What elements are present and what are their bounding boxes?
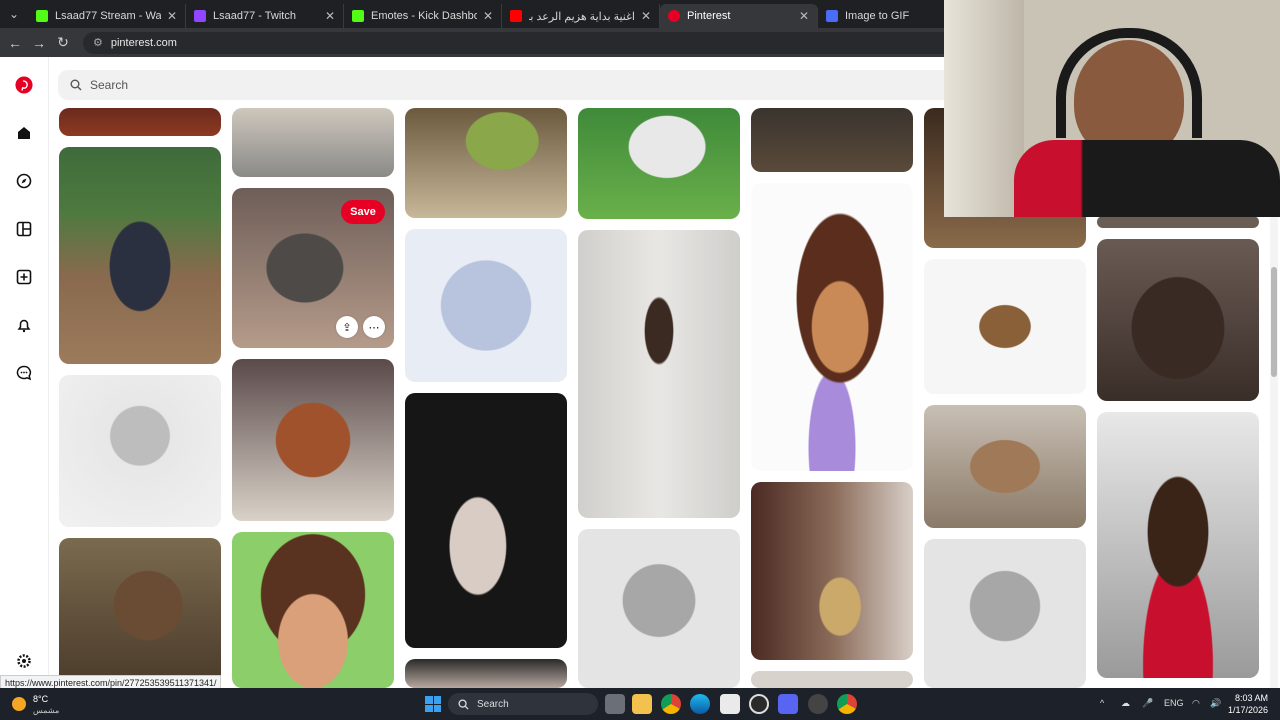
language-indicator[interactable]: ENG bbox=[1164, 698, 1184, 708]
edge-icon[interactable] bbox=[690, 694, 710, 714]
pin-image-gorilla[interactable] bbox=[59, 147, 221, 364]
messages-icon[interactable] bbox=[14, 363, 34, 383]
search-icon bbox=[70, 79, 82, 91]
obs-icon[interactable] bbox=[749, 694, 769, 714]
youtube-icon bbox=[510, 10, 522, 22]
kick-icon bbox=[352, 10, 364, 22]
pin-image-baby-laughing[interactable] bbox=[578, 529, 740, 688]
weather-desc: مشمس bbox=[33, 706, 60, 715]
scrollbar-thumb[interactable] bbox=[1271, 267, 1277, 377]
pinterest-logo-icon[interactable] bbox=[14, 75, 34, 95]
pin-image[interactable] bbox=[59, 108, 221, 136]
boards-icon[interactable] bbox=[14, 219, 34, 239]
tab-title: Lsaad77 Stream - Watch Live on Kick bbox=[55, 10, 161, 22]
tab-title: Lsaad77 - Twitch bbox=[213, 10, 296, 22]
pin-image-dog[interactable] bbox=[232, 359, 394, 521]
pin-image-dress[interactable] bbox=[405, 393, 567, 648]
search-icon bbox=[458, 698, 469, 710]
pinterest-icon bbox=[668, 10, 680, 22]
clock-date[interactable]: 1/17/2026 bbox=[1226, 705, 1268, 715]
forward-icon[interactable]: → bbox=[27, 35, 51, 51]
weather-icon[interactable] bbox=[12, 697, 26, 711]
weather-temp[interactable]: 8°C bbox=[33, 694, 48, 704]
pin-image-monkey-sunglasses[interactable] bbox=[59, 538, 221, 688]
tab-title: Pinterest bbox=[687, 10, 731, 22]
tab-kick-emotes[interactable]: Emotes - Kick Dashboard ✕ bbox=[344, 4, 502, 28]
tab-kick-stream[interactable]: Lsaad77 Stream - Watch Live on Kick ✕ bbox=[28, 4, 186, 28]
search-input[interactable]: Search bbox=[58, 70, 958, 100]
save-button[interactable]: Save bbox=[341, 200, 385, 224]
windows-start-icon[interactable] bbox=[425, 696, 441, 712]
streamer-jacket bbox=[1014, 140, 1280, 217]
file-explorer-icon[interactable] bbox=[632, 694, 652, 714]
notifications-icon[interactable] bbox=[14, 315, 34, 335]
tab-title: Emotes - Kick Dashboard bbox=[371, 10, 477, 22]
search-placeholder: Search bbox=[90, 78, 129, 92]
twitch-icon bbox=[194, 10, 206, 22]
tab-twitch[interactable]: Lsaad77 - Twitch ✕ bbox=[186, 4, 344, 28]
wifi-icon[interactable]: ◠ bbox=[1192, 698, 1200, 709]
webcam-shelf bbox=[944, 0, 1024, 217]
pin-image-tall-figure[interactable] bbox=[578, 230, 740, 518]
onedrive-icon[interactable]: ☁ bbox=[1121, 698, 1130, 709]
tab-pinterest[interactable]: Pinterest ✕ bbox=[660, 4, 818, 28]
app-icon[interactable] bbox=[808, 694, 828, 714]
headphones-icon bbox=[1056, 28, 1202, 138]
tab-search-icon[interactable]: ⌄ bbox=[0, 0, 28, 28]
pinterest-sidebar bbox=[0, 57, 49, 687]
page-scrollbar[interactable] bbox=[1270, 217, 1278, 688]
site-info-icon[interactable]: ⚙ bbox=[93, 36, 103, 49]
pin-image[interactable] bbox=[405, 659, 567, 688]
tray-chevron-icon[interactable]: ^ bbox=[1100, 698, 1104, 708]
pin-image-baby[interactable] bbox=[59, 375, 221, 527]
close-icon[interactable]: ✕ bbox=[167, 9, 177, 23]
tab-youtube[interactable]: اغنية بداية هزيم الرعد بدون موسيقى ✕ bbox=[502, 4, 660, 28]
tab-title: اغنية بداية هزيم الرعد بدون موسيقى bbox=[529, 10, 635, 23]
volume-icon[interactable]: 🔊 bbox=[1210, 698, 1221, 709]
pin-image-green-cartoon[interactable] bbox=[578, 108, 740, 219]
microphone-icon[interactable]: 🎤 bbox=[1142, 698, 1153, 709]
image-icon bbox=[826, 10, 838, 22]
pin-image-baby-blue[interactable] bbox=[405, 229, 567, 382]
pin-image-man-in-car[interactable] bbox=[1097, 412, 1259, 678]
pin-image-deer-monkey[interactable] bbox=[924, 405, 1086, 528]
more-options-icon[interactable]: ⋯ bbox=[363, 316, 385, 338]
share-icon[interactable]: ⇪ bbox=[336, 316, 358, 338]
pin-image-baby-laughing[interactable] bbox=[924, 539, 1086, 688]
taskbar-search-label: Search bbox=[477, 698, 509, 710]
task-view-icon[interactable] bbox=[605, 694, 625, 714]
back-icon[interactable]: ← bbox=[3, 35, 27, 51]
taskbar-search[interactable]: Search bbox=[448, 693, 598, 715]
close-icon[interactable]: ✕ bbox=[325, 9, 335, 23]
chrome-icon[interactable] bbox=[661, 694, 681, 714]
store-icon[interactable] bbox=[720, 694, 740, 714]
close-icon[interactable]: ✕ bbox=[483, 9, 493, 23]
explore-icon[interactable] bbox=[14, 171, 34, 191]
settings-icon[interactable] bbox=[14, 651, 34, 671]
home-icon[interactable] bbox=[14, 123, 34, 143]
webcam-overlay bbox=[944, 0, 1280, 217]
pin-image[interactable] bbox=[751, 671, 913, 688]
pin-image-smiling-person[interactable] bbox=[232, 108, 394, 177]
pin-image-shrek[interactable] bbox=[405, 108, 567, 218]
pin-image-dora[interactable] bbox=[232, 532, 394, 688]
clock-time[interactable]: 8:03 AM bbox=[1230, 693, 1268, 703]
create-icon[interactable] bbox=[14, 267, 34, 287]
pin-image[interactable] bbox=[751, 108, 913, 172]
kick-icon bbox=[36, 10, 48, 22]
discord-icon[interactable] bbox=[778, 694, 798, 714]
url-text: pinterest.com bbox=[110, 36, 177, 49]
pin-image[interactable] bbox=[1097, 216, 1259, 228]
pin-image-chihuahua[interactable] bbox=[924, 259, 1086, 394]
close-icon[interactable]: ✕ bbox=[641, 9, 651, 23]
taskbar: 8°C مشمس Search ^ ☁ 🎤 ENG ◠ 🔊 8:03 AM 1/… bbox=[0, 688, 1280, 720]
chrome-active-icon[interactable] bbox=[837, 694, 857, 714]
pin-image-face-closeup[interactable] bbox=[1097, 239, 1259, 401]
pin-image-cartoon-girl[interactable] bbox=[751, 183, 913, 471]
url-field[interactable]: ⚙ pinterest.com bbox=[83, 31, 983, 54]
pin-image-man-standing[interactable] bbox=[751, 482, 913, 660]
reload-icon[interactable]: ↻ bbox=[51, 34, 75, 51]
close-icon[interactable]: ✕ bbox=[799, 9, 809, 23]
